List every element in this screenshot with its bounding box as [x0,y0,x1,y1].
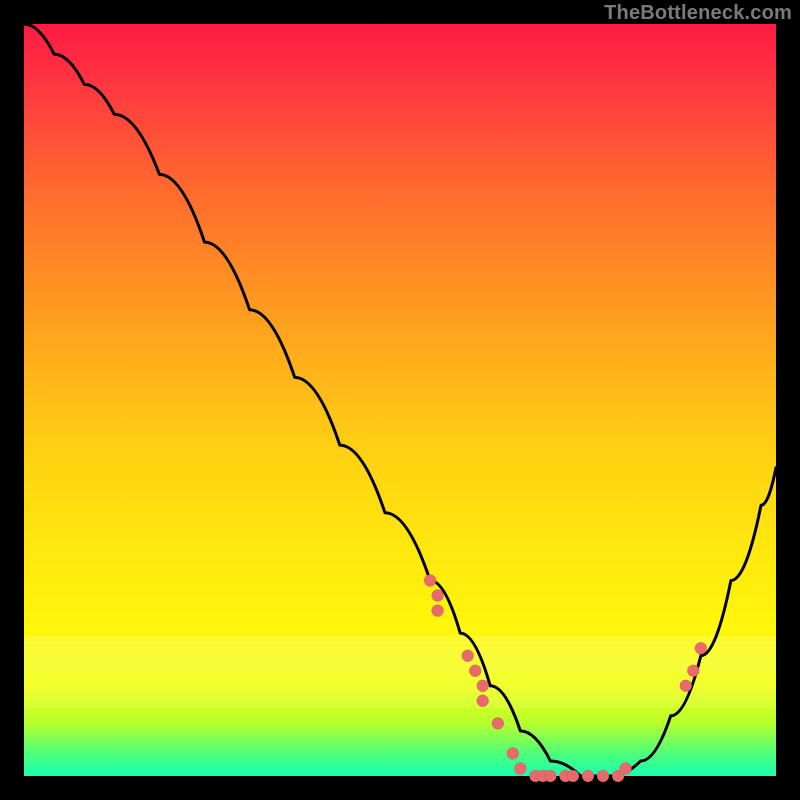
curve-line [24,24,776,776]
curve-marker [432,605,444,617]
curve-marker [432,590,444,602]
curve-marker [424,575,436,587]
curve-marker [597,770,609,782]
curve-marker [462,650,474,662]
chart-stage: TheBottleneck.com [0,0,800,800]
curve-marker [477,695,489,707]
curve-marker [620,763,632,775]
chart-plot-area [24,24,776,776]
curve-marker [469,665,481,677]
curve-marker [492,717,504,729]
curve-marker [507,747,519,759]
curve-marker [687,665,699,677]
curve-markers [424,575,707,783]
curve-marker [514,763,526,775]
curve-marker [695,642,707,654]
watermark-text: TheBottleneck.com [604,2,792,25]
curve-marker [477,680,489,692]
curve-marker [680,680,692,692]
curve-marker [582,770,594,782]
curve-marker [567,770,579,782]
chart-svg [24,24,776,776]
curve-marker [544,770,556,782]
